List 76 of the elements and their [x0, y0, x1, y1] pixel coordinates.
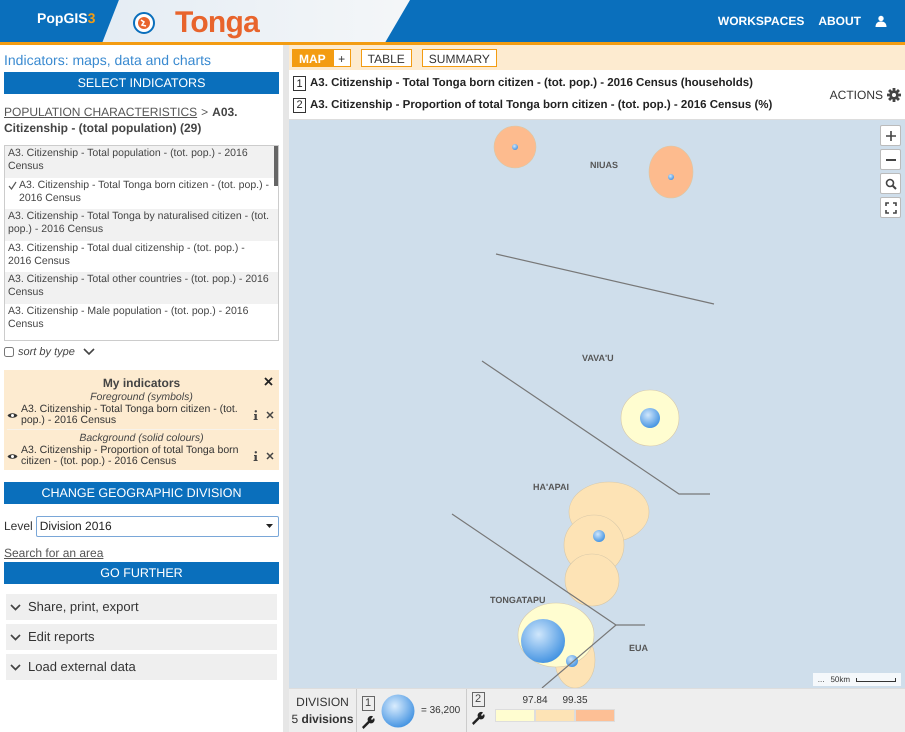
section-button[interactable]: CHANGE GEOGRAPHIC DIVISION — [4, 482, 279, 504]
info-icon[interactable] — [253, 451, 258, 461]
indicator-name: A3. Citizenship - Total Tonga born citizen - (tot. pop.) - 2016 Census — [21, 404, 239, 426]
eye-icon[interactable] — [7, 452, 18, 460]
scale-bar: ... 50km — [812, 673, 901, 686]
chevron-down-icon[interactable] — [82, 348, 95, 356]
map-title: A3. Citizenship - Proportion of total Tonga born citizen - (tot. pop.) - 2016 Census (%) — [310, 98, 772, 112]
layer-number: 1 — [362, 696, 374, 710]
bubble-symbol-icon — [381, 694, 415, 728]
population-bubble — [668, 174, 674, 180]
plus-icon — [884, 128, 898, 142]
accordion-header[interactable]: Load external data — [6, 654, 277, 680]
layer-number: 2 — [293, 98, 306, 113]
indicator-item[interactable]: A3. Citizenship - Total Tonga by naturalised citizen - (tot. pop.) - 2016 Census — [5, 209, 278, 240]
chevron-down-icon — [10, 604, 21, 610]
search-icon — [884, 176, 898, 190]
population-bubble — [640, 408, 660, 428]
breadcrumb: POPULATION CHARACTERISTICS > A03. Citizenship - (total population) (29) — [4, 104, 239, 136]
layer-number: 1 — [293, 76, 306, 92]
minus-icon — [886, 158, 896, 160]
user-icon[interactable] — [875, 15, 887, 27]
actions-button[interactable]: ACTIONS — [830, 86, 901, 104]
division-count: 5 divisions — [291, 710, 354, 728]
eye-icon[interactable] — [7, 412, 18, 418]
remove-icon[interactable] — [266, 411, 274, 419]
view-tab[interactable]: TABLE — [360, 48, 412, 66]
wrench-icon[interactable] — [471, 711, 485, 725]
chevron-down-icon — [10, 664, 21, 670]
nav-link[interactable]: WORKSPACES — [718, 12, 804, 30]
wrench-icon[interactable] — [361, 714, 375, 728]
fullscreen-button[interactable] — [880, 197, 901, 218]
level-label: Level — [4, 518, 33, 535]
group-heading: Background (solid colours) — [78, 431, 205, 445]
view-tab[interactable]: SUMMARY — [422, 48, 497, 66]
info-icon[interactable] — [253, 410, 258, 420]
fullscreen-icon — [884, 200, 898, 214]
layer-number: 2 — [472, 692, 484, 707]
level-select[interactable]: Division 2016 — [36, 516, 279, 536]
section-button[interactable]: GO FURTHER — [4, 562, 279, 584]
scrollbar-thumb — [274, 146, 278, 186]
panel-heading: My indicators — [102, 375, 180, 390]
close-icon[interactable] — [264, 377, 273, 386]
nav-link[interactable]: ABOUT — [818, 12, 861, 30]
legend-label: DIVISION — [296, 694, 349, 710]
group-heading: Foreground (symbols) — [89, 390, 194, 404]
panel-title: Indicators: maps, data and charts — [4, 51, 212, 70]
population-bubble — [512, 144, 518, 150]
population-bubble — [593, 530, 605, 542]
breadcrumb-link[interactable]: POPULATION CHARACTERISTICS — [4, 105, 198, 119]
region-label: TONGATAPU — [490, 595, 546, 605]
section-button[interactable]: SELECT INDICATORS — [4, 72, 279, 94]
chevron-down-icon — [10, 634, 21, 640]
zoom-out-button[interactable] — [880, 149, 901, 170]
sort-label: sort by type — [18, 344, 75, 360]
add-view-button[interactable]: + — [332, 48, 351, 66]
sort-checkbox[interactable] — [4, 347, 14, 357]
region-label: NIUAS — [590, 160, 618, 170]
search-button[interactable] — [880, 173, 901, 194]
zoom-in-button[interactable] — [880, 125, 901, 146]
region-label: VAVA'U — [582, 353, 614, 363]
accordion-header[interactable]: Share, print, export — [6, 594, 277, 620]
remove-icon[interactable] — [266, 452, 274, 460]
accordion-header[interactable]: Edit reports — [6, 624, 277, 650]
logo-text: PopGIS3 — [37, 9, 96, 28]
country-title: Tonga — [175, 5, 260, 41]
region-label: HA'APAI — [533, 482, 569, 492]
map-title: A3. Citizenship - Total Tonga born citizen - (tot. pop.) - 2016 Census (households) — [310, 76, 753, 92]
search-area-link[interactable]: Search for an area — [4, 544, 104, 560]
indicator-item[interactable]: A3. Citizenship - Total other countries - (tot. pop.) - 2016 Census — [5, 272, 278, 304]
region-label: EUA — [629, 643, 648, 653]
threshold-label: 99.35 — [562, 694, 588, 708]
indicator-name: A3. Citizenship - Proportion of total Tonga born citizen - (tot. pop.) - 2016 Census — [21, 445, 240, 467]
dropdown-caret-icon — [266, 524, 273, 528]
threshold-label: 97.84 — [522, 694, 548, 708]
settings-icon — [887, 88, 901, 102]
symbol-value: = 36,200 — [421, 704, 460, 718]
